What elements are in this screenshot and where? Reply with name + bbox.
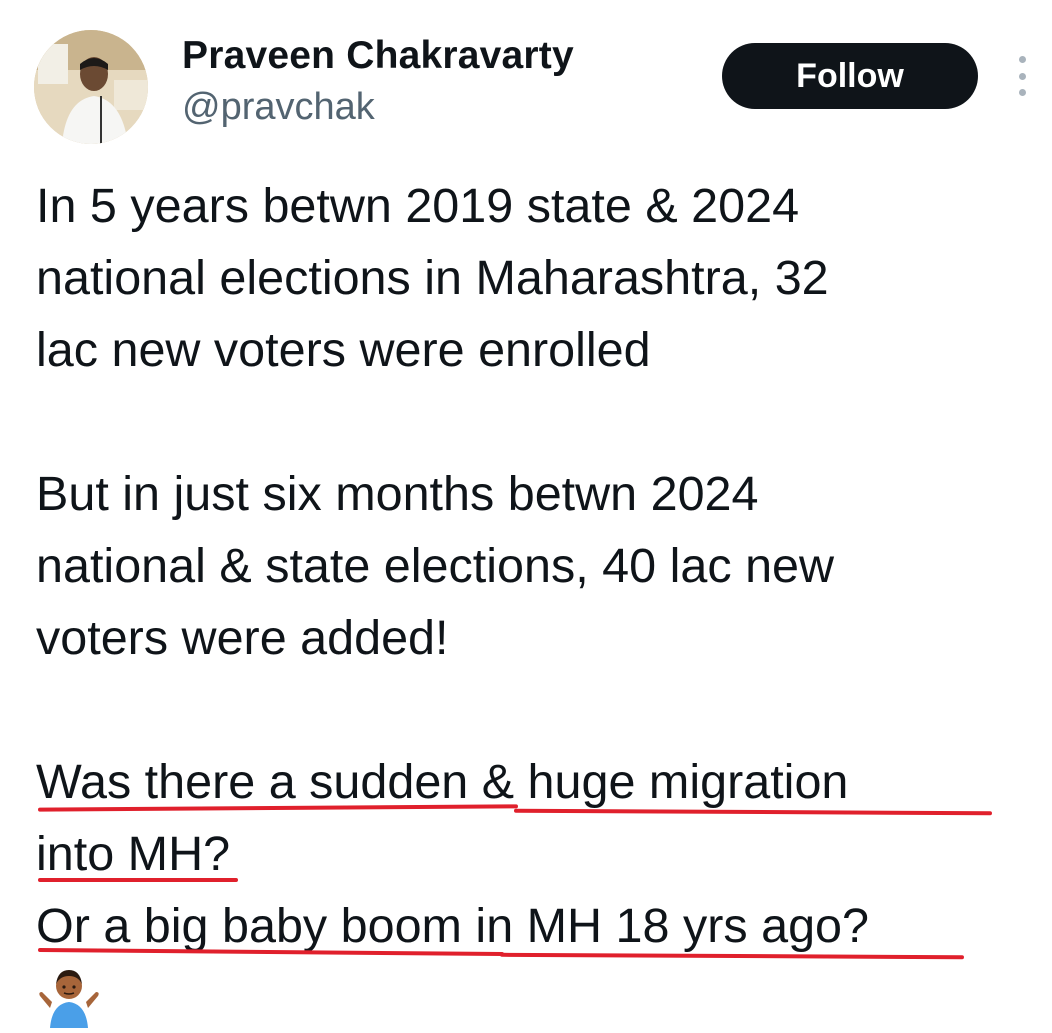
tweet-line: national elections in Maharashtra, 32 (36, 251, 829, 305)
author-handle[interactable]: @pravchak (182, 86, 375, 129)
more-dot (1018, 72, 1026, 80)
red-underline (38, 878, 238, 882)
follow-button[interactable]: Follow (722, 43, 978, 109)
tweet-line: voters were added! (36, 611, 449, 665)
more-vertical-icon[interactable] (1012, 56, 1032, 96)
more-dot (1018, 56, 1026, 63)
more-dot (1018, 89, 1026, 96)
tweet-text: In 5 years betwn 2019 state & 2024 natio… (36, 170, 1036, 962)
avatar[interactable] (34, 30, 148, 144)
tweet-line: lac new voters were enrolled (36, 323, 651, 377)
author-display-name[interactable]: Praveen Chakravarty (182, 34, 574, 78)
tweet-line: In 5 years betwn 2019 state & 2024 (36, 179, 800, 233)
avatar-photo (34, 30, 148, 144)
person-shrugging-emoji (36, 962, 102, 1028)
tweet-line: national & state elections, 40 lac new (36, 539, 835, 593)
tweet-line: But in just six months betwn 2024 (36, 467, 759, 521)
